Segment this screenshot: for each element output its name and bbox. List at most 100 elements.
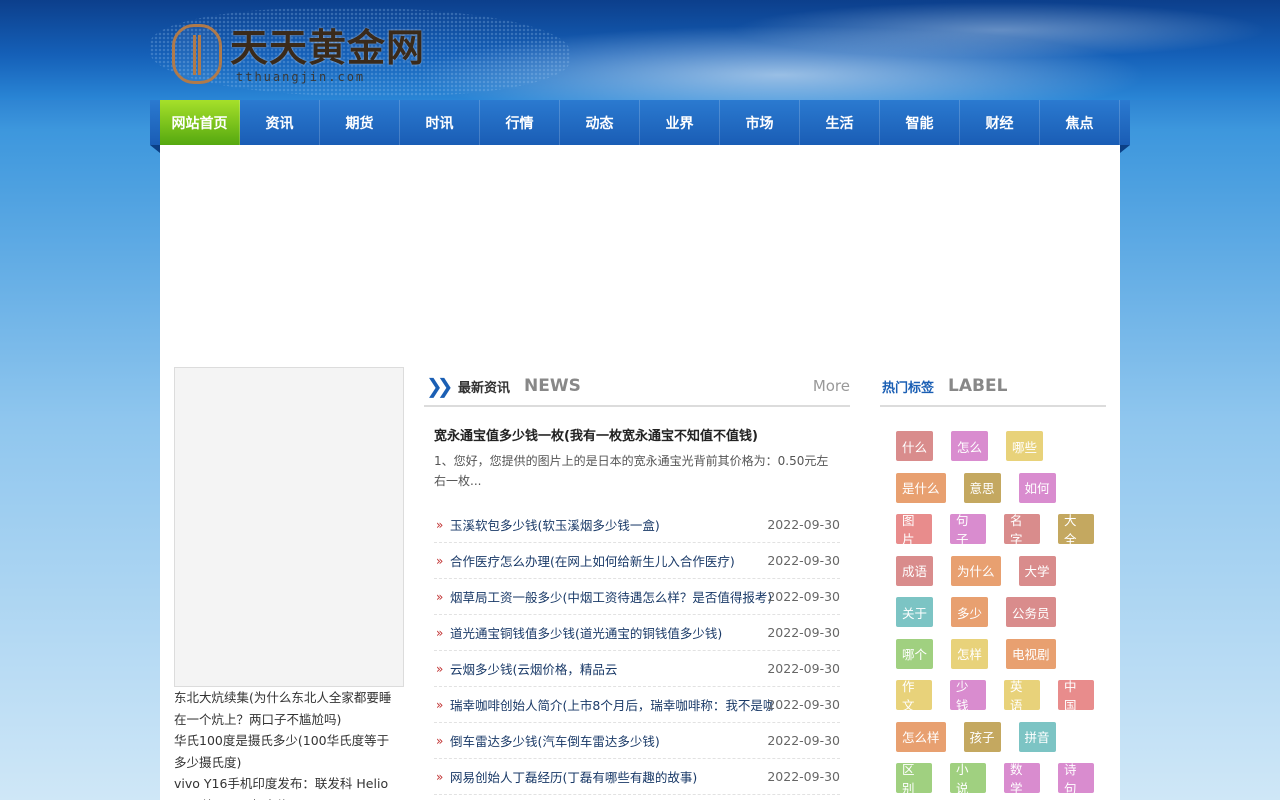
tag-link[interactable]: 电视剧 xyxy=(1006,638,1056,669)
left-list-item[interactable]: 东北大炕续集(为什么东北人全家都要睡在一个炕上？两口子不尴尬吗) xyxy=(174,687,404,730)
news-title[interactable]: 玉溪软包多少钱(软玉溪烟多少钱一盒) xyxy=(450,515,773,534)
left-news-list: 东北大炕续集(为什么东北人全家都要睡在一个炕上？两口子不尴尬吗) 华氏100度是摄… xyxy=(174,687,404,800)
tag-link[interactable]: 意思 xyxy=(963,472,1001,503)
tag-link[interactable]: 诗句 xyxy=(1058,762,1094,796)
tag-link[interactable]: 如何 xyxy=(1018,472,1056,503)
news-row[interactable]: » 倒车雷达多少钱(汽车倒车雷达多少钱) 2022-09-30 xyxy=(434,723,840,759)
tag-link[interactable]: 哪些 xyxy=(1006,431,1044,461)
featured-image-placeholder[interactable] xyxy=(174,367,404,687)
news-date: 2022-09-30 xyxy=(767,553,840,568)
news-row[interactable]: » 玉溪软包多少钱(软玉溪烟多少钱一盒) 2022-09-30 xyxy=(434,507,840,543)
left-column: 东北大炕续集(为什么东北人全家都要睡在一个炕上？两口子不尴尬吗) 华氏100度是摄… xyxy=(174,367,404,800)
tag-link[interactable]: 多少 xyxy=(951,597,989,627)
logo-title: 天天黄金网 xyxy=(230,25,426,70)
news-title[interactable]: 网易创始人丁磊经历(丁磊有哪些有趣的故事) xyxy=(450,767,773,786)
news-more-link[interactable]: More xyxy=(813,377,850,395)
nav-corner-right xyxy=(1120,145,1130,153)
tag-link[interactable]: 名字 xyxy=(1004,513,1040,547)
nav-item-7[interactable]: 市场 xyxy=(720,100,800,145)
tag-link[interactable]: 怎样 xyxy=(951,638,989,669)
nav-item-10[interactable]: 财经 xyxy=(960,100,1040,145)
nav-item-5[interactable]: 动态 xyxy=(560,100,640,145)
tag-link[interactable]: 为什么 xyxy=(951,555,1001,586)
nav-item-4[interactable]: 行情 xyxy=(480,100,560,145)
site-logo[interactable]: 天天黄金网 tthuangjin.com xyxy=(172,22,432,88)
tag-link[interactable]: 孩子 xyxy=(963,721,1001,752)
news-header: ❯❯ 最新资讯 NEWS More xyxy=(424,367,850,407)
nav-item-11[interactable]: 焦点 xyxy=(1040,100,1120,145)
news-row[interactable]: » 云烟多少钱(云烟价格，精品云 2022-09-30 xyxy=(434,651,840,687)
news-row[interactable]: » 瑞幸咖啡创始人简介(上市8个月后，瑞幸咖啡称：我不是咖啡 2022-09-30 xyxy=(434,687,840,723)
tag-link[interactable]: 大全 xyxy=(1058,513,1094,547)
tag-link[interactable]: 公务员 xyxy=(1006,597,1056,627)
nav-item-0[interactable]: 网站首页 xyxy=(160,100,240,145)
tag-row: 是什么 意思 如何 xyxy=(896,472,1106,515)
arrow-icon: » xyxy=(436,733,444,748)
news-title[interactable]: 倒车雷达多少钱(汽车倒车雷达多少钱) xyxy=(450,731,773,750)
header-banner: 天天黄金网 tthuangjin.com xyxy=(0,0,1280,100)
news-section: ❯❯ 最新资讯 NEWS More 宽永通宝值多少钱一枚(我有一枚宽永通宝不知值… xyxy=(424,367,850,795)
tag-link[interactable]: 句子 xyxy=(950,513,986,547)
tag-link[interactable]: 少钱 xyxy=(950,679,986,713)
tags-header: 热门标签 LABEL xyxy=(880,367,1106,407)
news-title-cn: 最新资讯 xyxy=(458,380,511,396)
tag-link[interactable]: 哪个 xyxy=(896,638,934,669)
tag-row: 哪个 怎样 电视剧 xyxy=(896,638,1106,681)
tag-link[interactable]: 拼音 xyxy=(1018,721,1056,752)
arrow-icon: » xyxy=(436,661,444,676)
tag-link[interactable]: 怎么样 xyxy=(896,721,946,752)
tag-row: 关于 多少 公务员 xyxy=(896,597,1106,639)
tag-link[interactable]: 是什么 xyxy=(896,472,946,503)
tag-link[interactable]: 区别 xyxy=(896,762,932,796)
news-title-en: NEWS xyxy=(524,376,581,396)
tag-row: 怎么样 孩子 拼音 xyxy=(896,721,1106,764)
news-title[interactable]: 瑞幸咖啡创始人简介(上市8个月后，瑞幸咖啡称：我不是咖啡 xyxy=(450,695,773,714)
tag-link[interactable]: 英语 xyxy=(1004,679,1040,713)
double-chevron-icon: ❯❯ xyxy=(426,374,454,398)
featured-news-title[interactable]: 宽永通宝值多少钱一枚(我有一枚宽永通宝不知值不值钱) xyxy=(434,427,840,447)
nav-item-3[interactable]: 时讯 xyxy=(400,100,480,145)
arrow-icon: » xyxy=(436,697,444,712)
news-title[interactable]: 云烟多少钱(云烟价格，精品云 xyxy=(450,659,773,678)
main-nav: 网站首页 资讯 期货 时讯 行情 动态 业界 市场 生活 智能 财经 焦点 xyxy=(150,100,1130,145)
nav-item-2[interactable]: 期货 xyxy=(320,100,400,145)
nav-corner-left xyxy=(150,145,160,153)
tag-link[interactable]: 小说 xyxy=(950,762,986,796)
tag-link[interactable]: 成语 xyxy=(896,555,934,586)
news-title[interactable]: 烟草局工资一般多少(中烟工资待遇怎么样？是否值得报考) xyxy=(450,587,773,606)
tag-row: 区别 小说 数学 诗句 xyxy=(896,762,1106,800)
news-title[interactable]: 道光通宝铜钱值多少钱(道光通宝的铜钱值多少钱) xyxy=(450,623,773,642)
logo-url: tthuangjin.com xyxy=(236,70,366,84)
tags-title-en: LABEL xyxy=(948,376,1008,396)
content-area: 东北大炕续集(为什么东北人全家都要睡在一个炕上？两口子不尴尬吗) 华氏100度是摄… xyxy=(160,145,1120,800)
tag-link[interactable]: 怎么 xyxy=(951,431,989,461)
tag-link[interactable]: 作文 xyxy=(896,679,932,713)
tags-title-cn: 热门标签 xyxy=(882,380,935,396)
news-row[interactable]: » 道光通宝铜钱值多少钱(道光通宝的铜钱值多少钱) 2022-09-30 xyxy=(434,615,840,651)
nav-item-9[interactable]: 智能 xyxy=(880,100,960,145)
tag-link[interactable]: 中国 xyxy=(1058,679,1094,713)
tag-link[interactable]: 大学 xyxy=(1018,555,1056,586)
tag-link[interactable]: 什么 xyxy=(896,431,934,461)
tag-row: 图片 句子 名字 大全 xyxy=(896,513,1106,556)
nav-item-8[interactable]: 生活 xyxy=(800,100,880,145)
news-list: » 玉溪软包多少钱(软玉溪烟多少钱一盒) 2022-09-30» 合作医疗怎么办理(在… xyxy=(424,501,850,795)
news-date: 2022-09-30 xyxy=(767,769,840,784)
nav-item-1[interactable]: 资讯 xyxy=(240,100,320,145)
tag-link[interactable]: 图片 xyxy=(896,513,932,547)
tags-section: 热门标签 LABEL 什么 怎么 哪些 是什么 意思 如何 图片 句子 名字 大全 成语 为什么 大学关… xyxy=(880,367,1106,800)
news-row[interactable]: » 合作医疗怎么办理(在网上如何给新生儿入合作医疗) 2022-09-30 xyxy=(434,543,840,579)
news-row[interactable]: » 网易创始人丁磊经历(丁磊有哪些有趣的故事) 2022-09-30 xyxy=(434,759,840,795)
tag-link[interactable]: 数学 xyxy=(1004,762,1040,796)
featured-news-desc: 1、您好，您提供的图片上的是日本的宽永通宝光背前其价格为：0.50元左右一枚..… xyxy=(434,454,829,488)
arrow-icon: » xyxy=(436,517,444,532)
nav-item-6[interactable]: 业界 xyxy=(640,100,720,145)
left-list-item[interactable]: vivo Y16手机印度发布：联发科 Helio P35 处理器，机身约1.7万 xyxy=(174,773,404,800)
arrow-icon: » xyxy=(436,589,444,604)
news-row[interactable]: » 烟草局工资一般多少(中烟工资待遇怎么样？是否值得报考) 2022-09-30 xyxy=(434,579,840,615)
arrow-icon: » xyxy=(436,625,444,640)
tag-link[interactable]: 关于 xyxy=(896,597,934,627)
left-list-item[interactable]: 华氏100度是摄氏多少(100华氏度等于多少摄氏度) xyxy=(174,730,404,773)
news-date: 2022-09-30 xyxy=(767,517,840,532)
news-title[interactable]: 合作医疗怎么办理(在网上如何给新生儿入合作医疗) xyxy=(450,551,773,570)
